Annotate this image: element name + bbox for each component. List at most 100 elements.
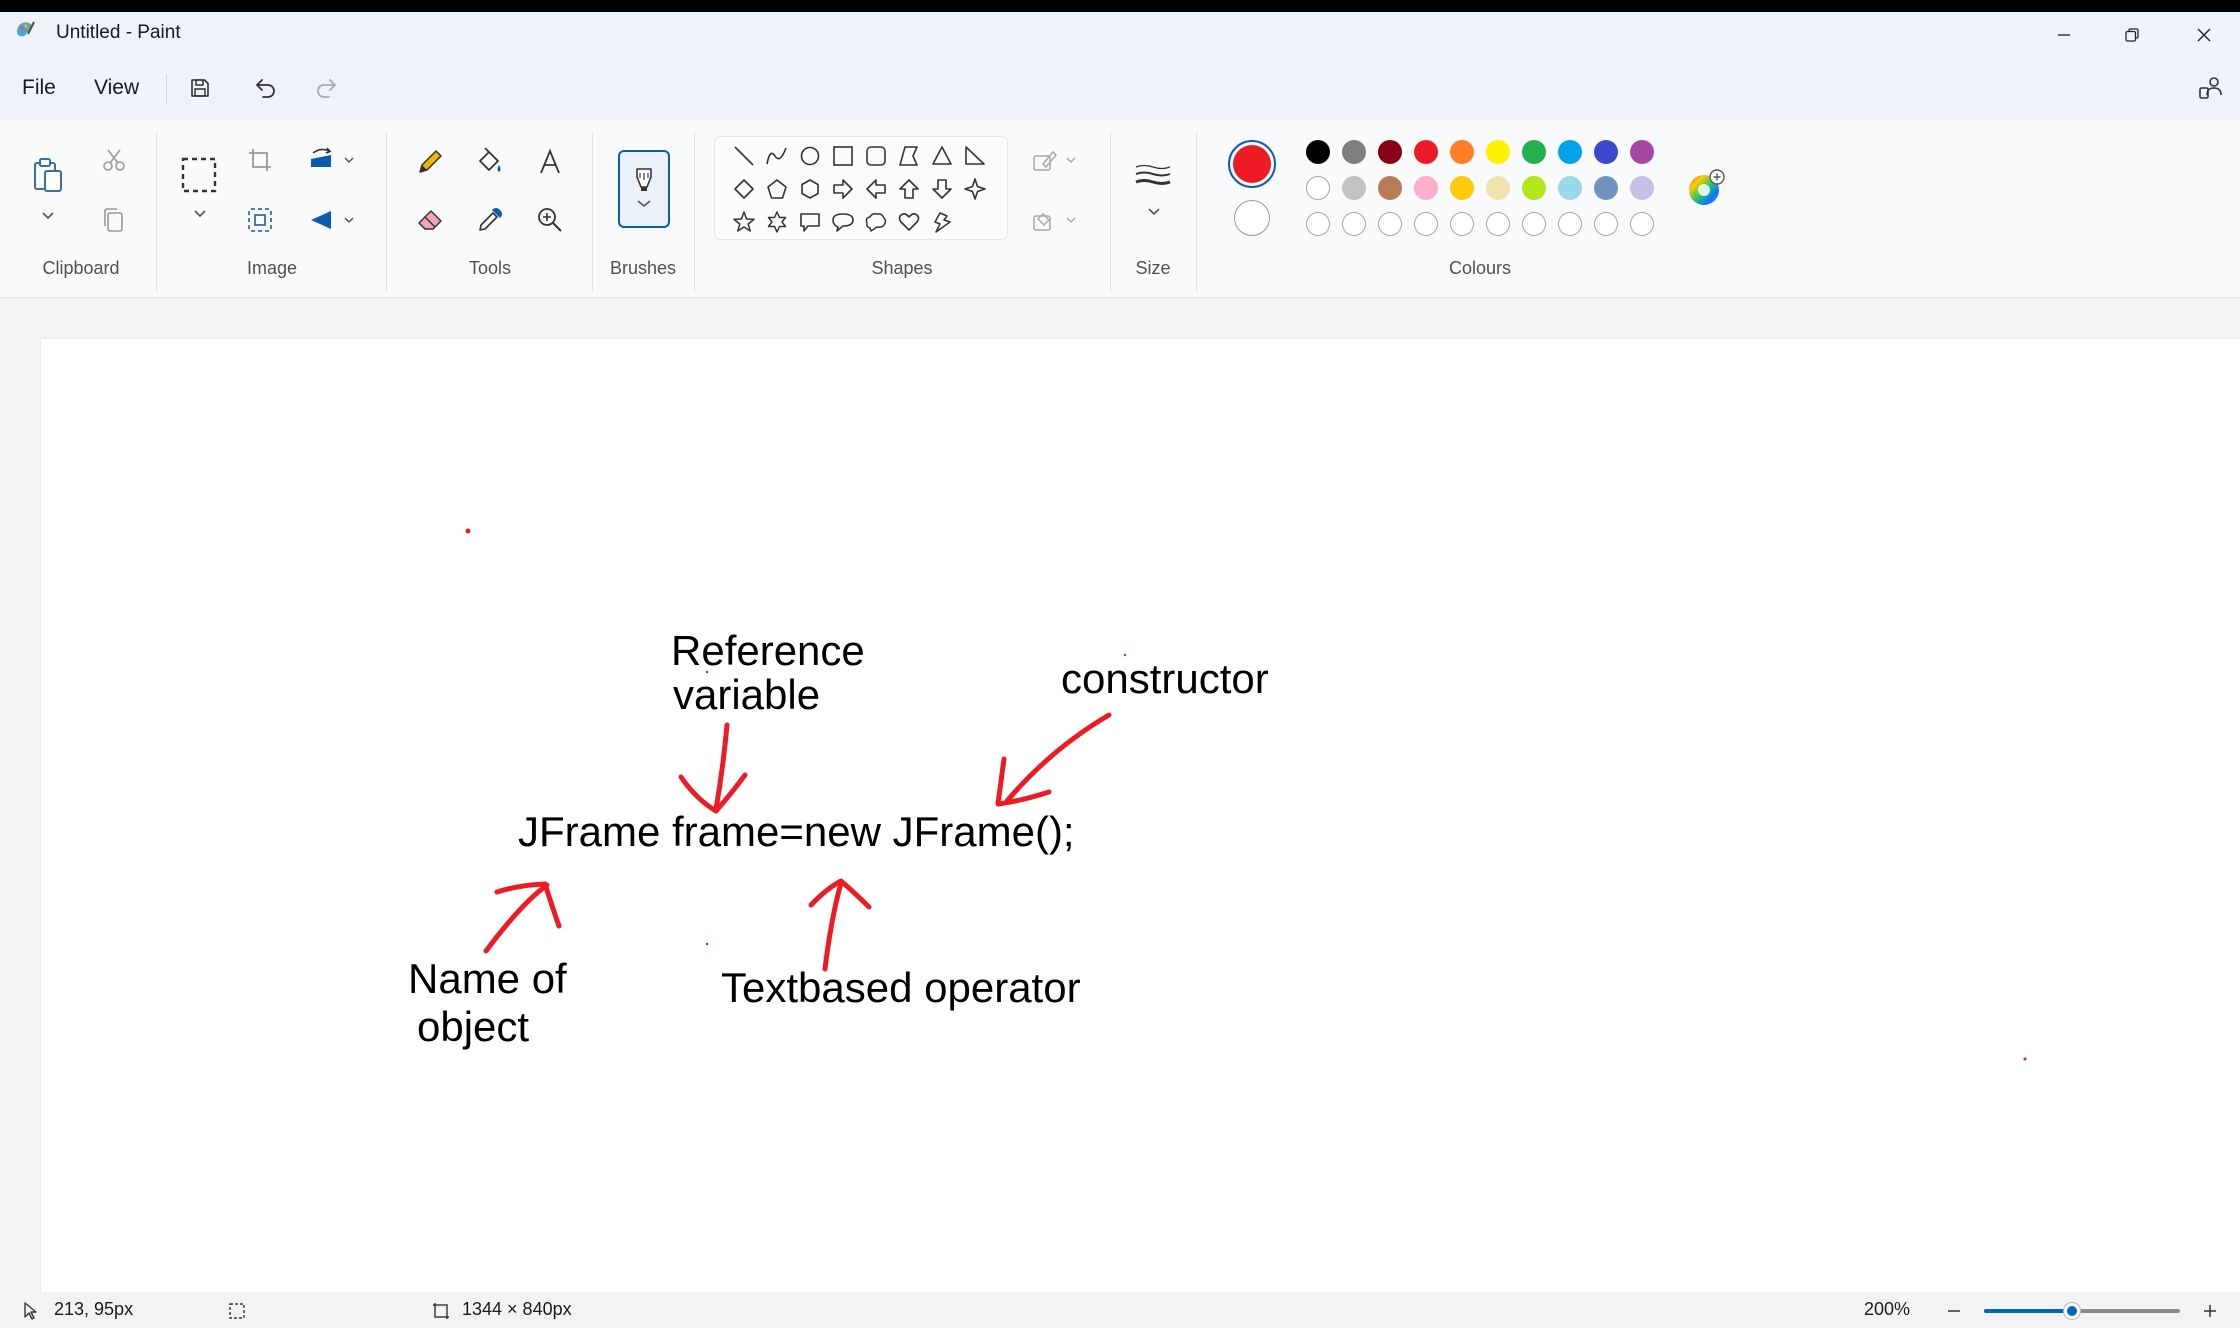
- right-arrow-shape[interactable]: [828, 174, 858, 204]
- down-arrow-shape[interactable]: [927, 174, 957, 204]
- custom-color-slot[interactable]: [1414, 212, 1438, 236]
- palette-swatch[interactable]: [1306, 140, 1330, 164]
- line-shape[interactable]: [729, 141, 759, 171]
- drawing-canvas[interactable]: Reference variable constructor JFrame fr…: [41, 339, 2240, 1292]
- palette-swatch[interactable]: [1378, 176, 1402, 200]
- size-button[interactable]: [1132, 160, 1174, 194]
- select-button[interactable]: [178, 154, 220, 196]
- close-button[interactable]: [2170, 12, 2238, 58]
- account-button[interactable]: [2188, 68, 2232, 108]
- rounded-rectangle-shape[interactable]: [861, 141, 891, 171]
- polygon-shape[interactable]: [894, 141, 924, 171]
- outline-button[interactable]: [1028, 146, 1060, 176]
- curve-shape[interactable]: [762, 141, 792, 171]
- custom-color-slot[interactable]: [1558, 212, 1582, 236]
- palette-swatch[interactable]: [1486, 140, 1510, 164]
- zoom-level[interactable]: 200%: [1864, 1299, 1910, 1320]
- zoom-out-button[interactable]: [1942, 1300, 1966, 1322]
- custom-color-slot[interactable]: [1630, 212, 1654, 236]
- flip-dropdown[interactable]: [340, 212, 358, 228]
- ribbon-separator: [694, 132, 695, 292]
- six-point-star-icon: [767, 211, 787, 233]
- palette-swatch[interactable]: [1522, 140, 1546, 164]
- oval-shape[interactable]: [795, 141, 825, 171]
- rect-callout-shape[interactable]: [795, 207, 825, 237]
- palette-swatch[interactable]: [1522, 176, 1546, 200]
- rotate-dropdown[interactable]: [340, 152, 358, 168]
- palette-swatch[interactable]: [1558, 176, 1582, 200]
- diamond-shape[interactable]: [729, 174, 759, 204]
- palette-swatch[interactable]: [1450, 140, 1474, 164]
- size-dropdown[interactable]: [1142, 202, 1166, 222]
- resize-button[interactable]: [244, 204, 276, 236]
- triangle-shape[interactable]: [927, 141, 957, 171]
- custom-color-slot[interactable]: [1342, 212, 1366, 236]
- oval-callout-shape[interactable]: [828, 207, 858, 237]
- custom-color-slot[interactable]: [1594, 212, 1618, 236]
- zoom-slider[interactable]: [1984, 1300, 2180, 1322]
- rectangle-shape[interactable]: [828, 141, 858, 171]
- save-button[interactable]: [178, 68, 222, 108]
- palette-swatch[interactable]: [1306, 176, 1330, 200]
- fill-tool[interactable]: [472, 144, 508, 180]
- right-triangle-shape[interactable]: [960, 141, 990, 171]
- zoom-in-button[interactable]: [2198, 1300, 2222, 1322]
- paste-button[interactable]: [26, 154, 70, 198]
- custom-color-slot[interactable]: [1486, 212, 1510, 236]
- zoom-slider-thumb[interactable]: [2064, 1303, 2080, 1319]
- palette-swatch[interactable]: [1342, 140, 1366, 164]
- primary-color-button[interactable]: [1228, 140, 1276, 188]
- custom-color-slot[interactable]: [1450, 212, 1474, 236]
- image-group-label: Image: [246, 258, 298, 278]
- palette-swatch[interactable]: [1378, 140, 1402, 164]
- up-arrow-shape[interactable]: [894, 174, 924, 204]
- palette-swatch[interactable]: [1630, 176, 1654, 200]
- palette-swatch[interactable]: [1594, 140, 1618, 164]
- eraser-tool[interactable]: [412, 202, 448, 238]
- top-edge-strip: [0, 0, 2240, 12]
- pentagon-shape[interactable]: [762, 174, 792, 204]
- four-point-star-shape[interactable]: [960, 174, 990, 204]
- minimize-button[interactable]: [2030, 12, 2098, 58]
- custom-color-slot[interactable]: [1306, 212, 1330, 236]
- palette-swatch[interactable]: [1342, 176, 1366, 200]
- outline-dropdown[interactable]: [1062, 152, 1080, 168]
- custom-color-slot[interactable]: [1522, 212, 1546, 236]
- crop-button[interactable]: [244, 144, 276, 176]
- five-point-star-shape[interactable]: [729, 207, 759, 237]
- color-picker-tool[interactable]: [472, 202, 508, 238]
- copy-button[interactable]: [98, 204, 130, 236]
- hexagon-shape[interactable]: [795, 174, 825, 204]
- shape-fill-dropdown[interactable]: [1062, 212, 1080, 228]
- palette-swatch[interactable]: [1450, 176, 1474, 200]
- lightning-shape[interactable]: [927, 207, 957, 237]
- shape-fill-button[interactable]: [1028, 206, 1060, 236]
- palette-swatch[interactable]: [1594, 176, 1618, 200]
- cloud-callout-shape[interactable]: [861, 207, 891, 237]
- six-point-star-shape[interactable]: [762, 207, 792, 237]
- custom-color-slot[interactable]: [1378, 212, 1402, 236]
- undo-button[interactable]: [244, 68, 288, 108]
- view-menu[interactable]: View: [94, 76, 139, 100]
- text-tool[interactable]: [532, 144, 568, 180]
- cut-button[interactable]: [98, 144, 130, 176]
- magnifier-tool[interactable]: [532, 202, 568, 238]
- paste-dropdown[interactable]: [36, 206, 60, 226]
- rotate-button[interactable]: [304, 144, 340, 176]
- palette-swatch[interactable]: [1414, 140, 1438, 164]
- palette-swatch[interactable]: [1414, 176, 1438, 200]
- flip-button[interactable]: [304, 204, 340, 236]
- select-dropdown[interactable]: [188, 204, 212, 224]
- palette-swatch[interactable]: [1558, 140, 1582, 164]
- restore-button[interactable]: [2098, 12, 2166, 58]
- brushes-button[interactable]: [618, 150, 670, 228]
- heart-shape[interactable]: [894, 207, 924, 237]
- pencil-tool[interactable]: [412, 144, 448, 180]
- redo-button[interactable]: [304, 68, 348, 108]
- file-menu[interactable]: File: [22, 76, 56, 100]
- left-arrow-shape[interactable]: [861, 174, 891, 204]
- edit-colors-button[interactable]: [1686, 168, 1726, 208]
- secondary-color-button[interactable]: [1234, 200, 1270, 236]
- palette-swatch[interactable]: [1630, 140, 1654, 164]
- palette-swatch[interactable]: [1486, 176, 1510, 200]
